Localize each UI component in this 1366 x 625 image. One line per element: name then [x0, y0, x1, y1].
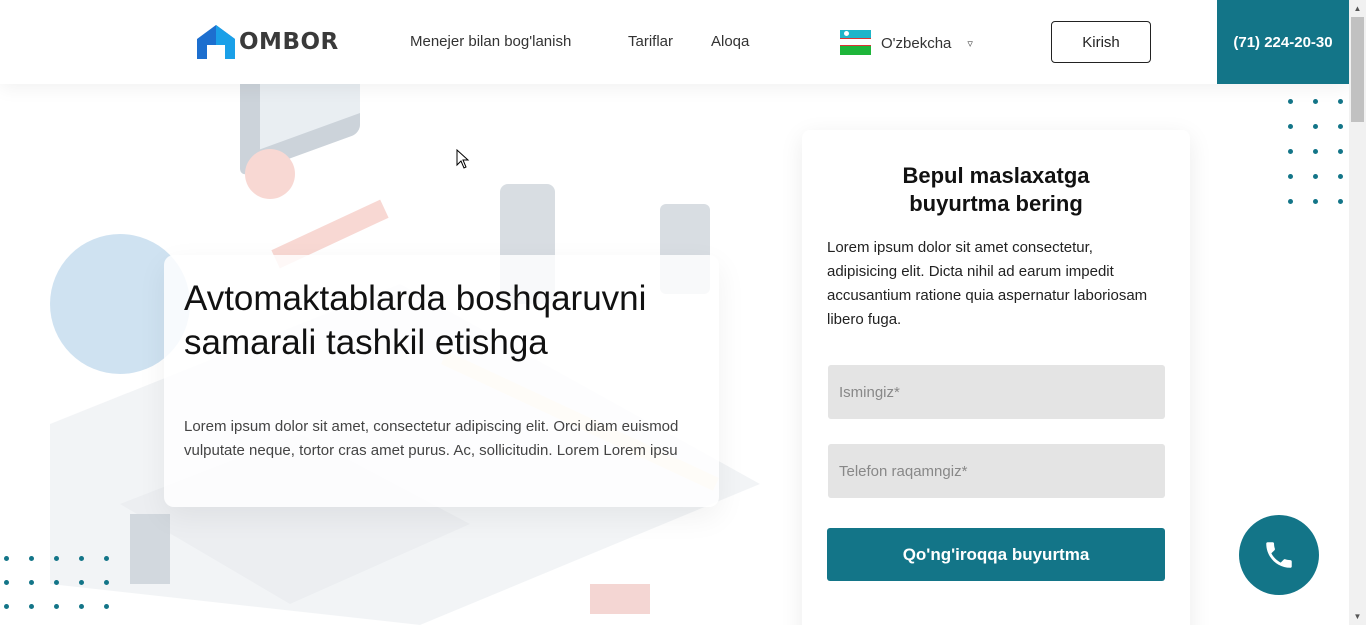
hero-title-line-2: samarali tashkil etishga — [184, 323, 548, 362]
hero-card: Avtomaktablarda boshqaruvni samarali tas… — [164, 255, 719, 507]
decorative-dots-right — [1288, 99, 1343, 204]
header-phone-link[interactable]: (71) 224-20-30 — [1217, 0, 1349, 84]
logo-house-icon — [197, 25, 235, 59]
nav-link-contact[interactable]: Aloqa — [711, 33, 749, 50]
phone-input[interactable] — [828, 444, 1165, 498]
chevron-down-icon: ▿ — [967, 37, 973, 50]
nav-link-tariffs[interactable]: Tariflar — [628, 33, 673, 50]
phone-icon — [1266, 542, 1292, 568]
logo[interactable]: OMBOR — [197, 25, 339, 59]
decorative-dots-left — [4, 556, 109, 609]
floating-call-button[interactable] — [1239, 515, 1319, 595]
login-button[interactable]: Kirish — [1051, 21, 1151, 63]
hero-title: Avtomaktablarda boshqaruvni samarali tas… — [184, 277, 699, 365]
name-input[interactable] — [828, 365, 1165, 419]
hero-title-line-1: Avtomaktablarda boshqaruvni — [184, 279, 647, 318]
language-selector[interactable]: O'zbekcha ▿ — [840, 30, 973, 56]
logo-text: OMBOR — [239, 29, 339, 55]
uzbekistan-flag-icon — [840, 30, 871, 56]
consultation-form-card: Bepul maslaxatga buyurtma bering Lorem i… — [802, 130, 1190, 625]
site-header: OMBOR Menejer bilan bog'lanish Tariflar … — [0, 0, 1349, 84]
request-call-button[interactable]: Qo'ng'iroqqa buyurtma — [827, 528, 1165, 581]
scroll-down-arrow-icon[interactable]: ▼ — [1349, 608, 1366, 625]
scrollbar-thumb[interactable] — [1351, 17, 1364, 122]
language-label: O'zbekcha — [881, 34, 952, 52]
cursor-icon — [456, 149, 470, 169]
form-description: Lorem ipsum dolor sit amet consectetur, … — [827, 239, 1148, 328]
page-scrollbar[interactable]: ▲ ▼ — [1349, 0, 1366, 625]
nav-link-manager[interactable]: Menejer bilan bog'lanish — [410, 33, 571, 50]
scroll-up-arrow-icon[interactable]: ▲ — [1349, 0, 1366, 17]
form-title: Bepul maslaxatga buyurtma bering — [902, 163, 1090, 216]
hero-description: Lorem ipsum dolor sit amet, consectetur … — [184, 418, 679, 459]
